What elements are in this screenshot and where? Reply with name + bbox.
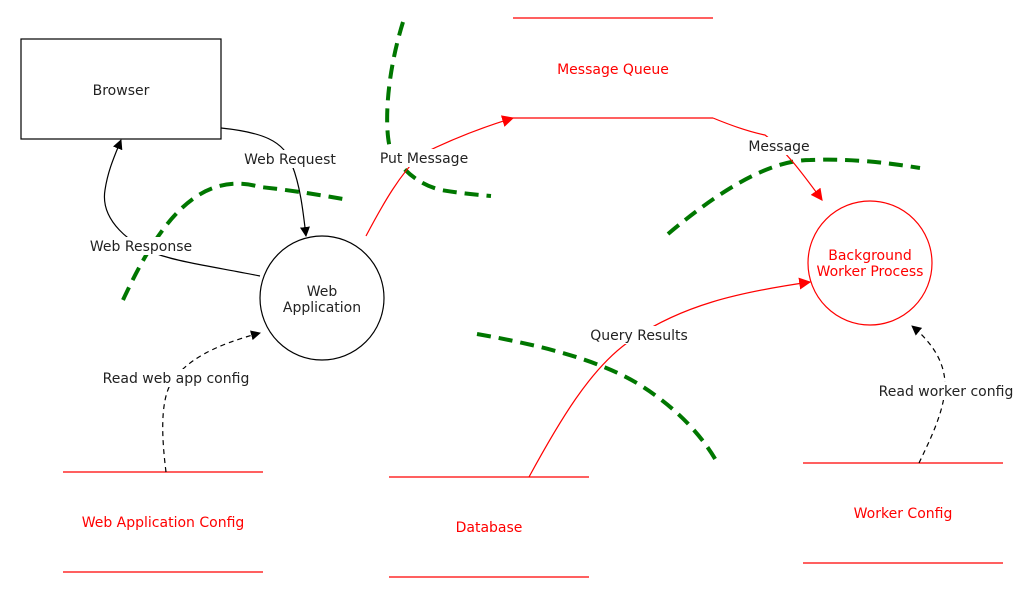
edge-query-results[interactable] — [528, 277, 812, 478]
trust-boundary-2 — [385, 21, 492, 198]
web-application-config-datastore[interactable]: Web Application Config — [63, 471, 263, 573]
edge-label-web-request: Web Request — [244, 152, 336, 168]
web-application-label-line2: Application — [283, 300, 361, 316]
web-application-label-line1: Web — [307, 284, 338, 300]
background-worker-node[interactable]: Background Worker Process — [807, 200, 933, 326]
worker-config-label: Worker Config — [854, 506, 953, 522]
edge-label-read-worker-config: Read worker config — [879, 384, 1014, 400]
worker-config-datastore[interactable]: Worker Config — [803, 462, 1003, 564]
trust-boundary-4 — [476, 332, 720, 465]
web-application-config-label: Web Application Config — [82, 515, 245, 531]
worker-label-line2: Worker Process — [817, 264, 924, 280]
edge-read-web-app-config[interactable] — [162, 330, 261, 473]
browser-label: Browser — [93, 83, 150, 99]
database-label: Database — [456, 520, 523, 536]
database-datastore[interactable]: Database — [389, 476, 589, 578]
edge-label-query-results: Query Results — [590, 328, 688, 344]
edge-label-message: Message — [748, 139, 809, 155]
edge-label-put-message: Put Message — [380, 151, 468, 167]
edge-label-read-web-app-config: Read web app config — [103, 371, 250, 387]
worker-label-line1: Background — [828, 248, 912, 264]
browser-node[interactable]: Browser — [20, 38, 222, 140]
web-application-node[interactable]: Web Application — [259, 235, 385, 361]
message-queue-label: Message Queue — [557, 62, 669, 78]
message-queue-datastore[interactable]: Message Queue — [513, 17, 713, 119]
edge-web-request[interactable] — [220, 127, 310, 237]
data-flow-diagram: Browser Web Application Background Worke… — [20, 17, 1020, 578]
edge-label-web-response: Web Response — [90, 239, 192, 255]
